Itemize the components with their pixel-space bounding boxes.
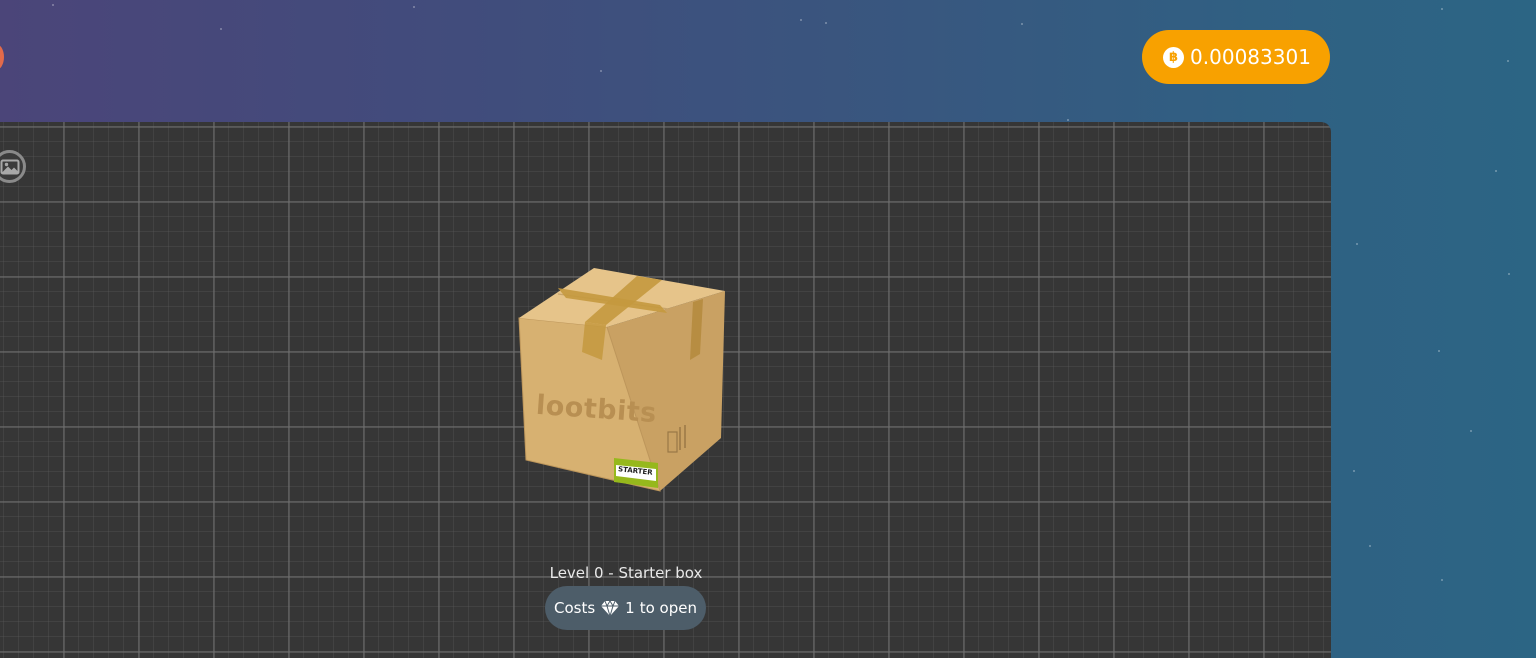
cost-prefix: Costs xyxy=(554,599,596,617)
open-box-button[interactable]: Costs 1 to open xyxy=(545,586,706,630)
bitcoin-icon: ฿ xyxy=(1163,46,1185,68)
diamond-icon xyxy=(601,599,620,617)
avatar[interactable] xyxy=(0,44,4,70)
wallet-balance-button[interactable]: ฿ 0.00083301 xyxy=(1142,30,1330,84)
balance-amount: 0.00083301 xyxy=(1190,45,1311,69)
starter-box[interactable]: lootbits STARTER xyxy=(510,262,736,498)
box-title: Level 0 - Starter box xyxy=(549,564,703,582)
image-icon xyxy=(0,159,19,174)
cost-suffix: to open xyxy=(639,599,697,617)
cost-amount: 1 xyxy=(625,599,635,617)
